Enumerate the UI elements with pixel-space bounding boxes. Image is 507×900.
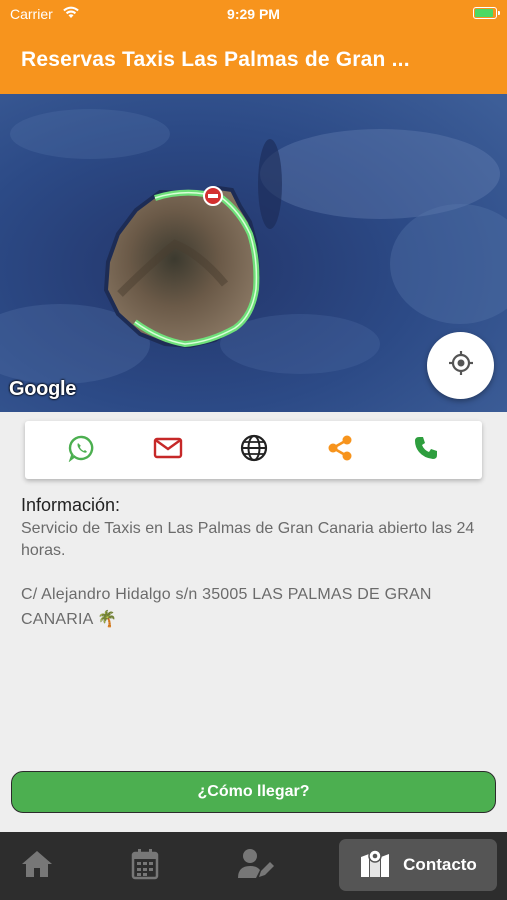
nav-contact-label: Contacto xyxy=(403,855,477,874)
phone-icon xyxy=(412,434,440,467)
whatsapp-button[interactable] xyxy=(65,433,99,467)
share-icon xyxy=(326,434,354,467)
map-icon xyxy=(359,847,391,884)
website-button[interactable] xyxy=(237,433,271,467)
google-logo: Google xyxy=(9,378,77,400)
status-time: 9:29 PM xyxy=(227,6,280,22)
globe-icon xyxy=(240,434,268,467)
user-edit-icon xyxy=(237,848,275,885)
nav-contact[interactable]: Contacto xyxy=(339,839,497,891)
call-button[interactable] xyxy=(409,433,443,467)
status-bar: Carrier 9:29 PM xyxy=(0,0,507,28)
app-bar: Reservas Taxis Las Palmas de Gran ... xyxy=(0,28,507,94)
contact-actions-bar xyxy=(25,421,482,479)
info-heading: Información: xyxy=(21,495,121,515)
directions-button[interactable]: ¿Cómo llegar? xyxy=(11,771,496,813)
my-location-button[interactable] xyxy=(427,332,494,399)
calendar-icon xyxy=(131,848,159,885)
info-description: Servicio de Taxis en Las Palmas de Gran … xyxy=(21,520,475,559)
nav-home[interactable] xyxy=(16,832,58,900)
battery-fill xyxy=(475,9,493,17)
email-button[interactable] xyxy=(151,433,185,467)
crosshair-icon xyxy=(447,349,475,382)
whatsapp-icon xyxy=(68,434,96,467)
mail-icon xyxy=(153,436,183,465)
share-button[interactable] xyxy=(323,433,357,467)
nav-calendar[interactable] xyxy=(124,832,166,900)
home-icon xyxy=(20,849,54,884)
page-title: Reservas Taxis Las Palmas de Gran ... xyxy=(21,48,410,71)
info-section: Información: Servicio de Taxis en Las Pa… xyxy=(21,495,486,648)
nav-booking[interactable] xyxy=(234,832,278,900)
info-address: C/ Alejandro Hidalgo s/n 35005 LAS PALMA… xyxy=(21,586,432,628)
battery-icon xyxy=(473,7,500,19)
